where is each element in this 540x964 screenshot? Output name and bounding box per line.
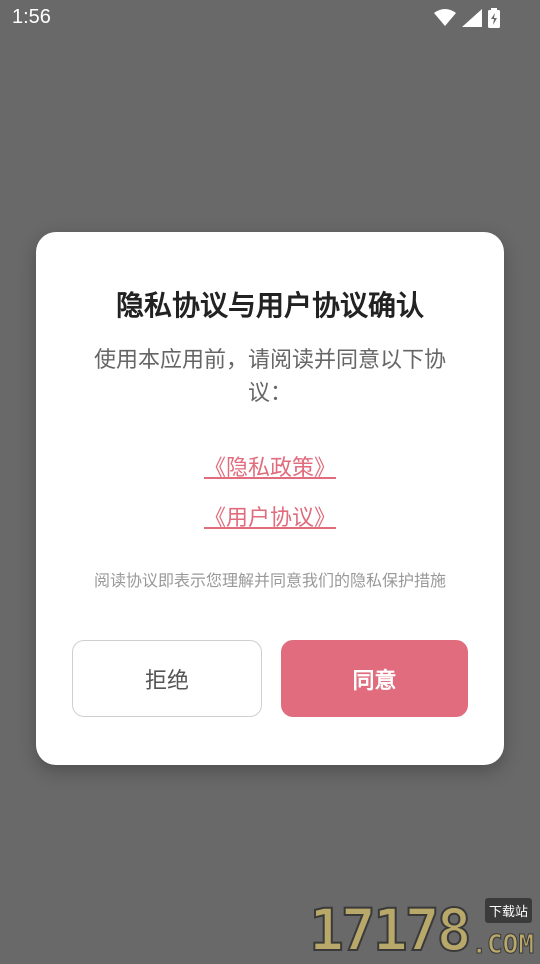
status-time: 1:56 [12, 6, 51, 29]
status-bar: 1:56 [0, 0, 540, 38]
watermark-tag: 下载站 [485, 898, 532, 923]
dialog-subtitle: 使用本应用前，请阅读并同意以下协议： [80, 344, 460, 410]
reject-button[interactable]: 拒绝 [72, 640, 262, 717]
user-agreement-link-row: 《用户协议》 [36, 500, 504, 532]
wifi-icon [434, 9, 456, 31]
watermark-digits: 17178 [309, 896, 469, 964]
status-icons [434, 8, 500, 32]
site-watermark: 17178 下载站 .COM [309, 898, 534, 960]
consent-note: 阅读协议即表示您理解并同意我们的隐私保护措施 [36, 567, 504, 591]
privacy-consent-dialog: 隐私协议与用户协议确认 使用本应用前，请阅读并同意以下协议： 《隐私政策》 《用… [36, 232, 504, 765]
signal-icon [462, 9, 482, 31]
user-agreement-link[interactable]: 《用户协议》 [204, 506, 336, 531]
battery-charging-icon [488, 8, 500, 32]
agree-button[interactable]: 同意 [281, 640, 468, 717]
privacy-policy-link[interactable]: 《隐私政策》 [204, 456, 336, 481]
watermark-domain: .COM [471, 930, 534, 960]
dialog-title: 隐私协议与用户协议确认 [36, 284, 504, 324]
privacy-policy-link-row: 《隐私政策》 [36, 450, 504, 482]
